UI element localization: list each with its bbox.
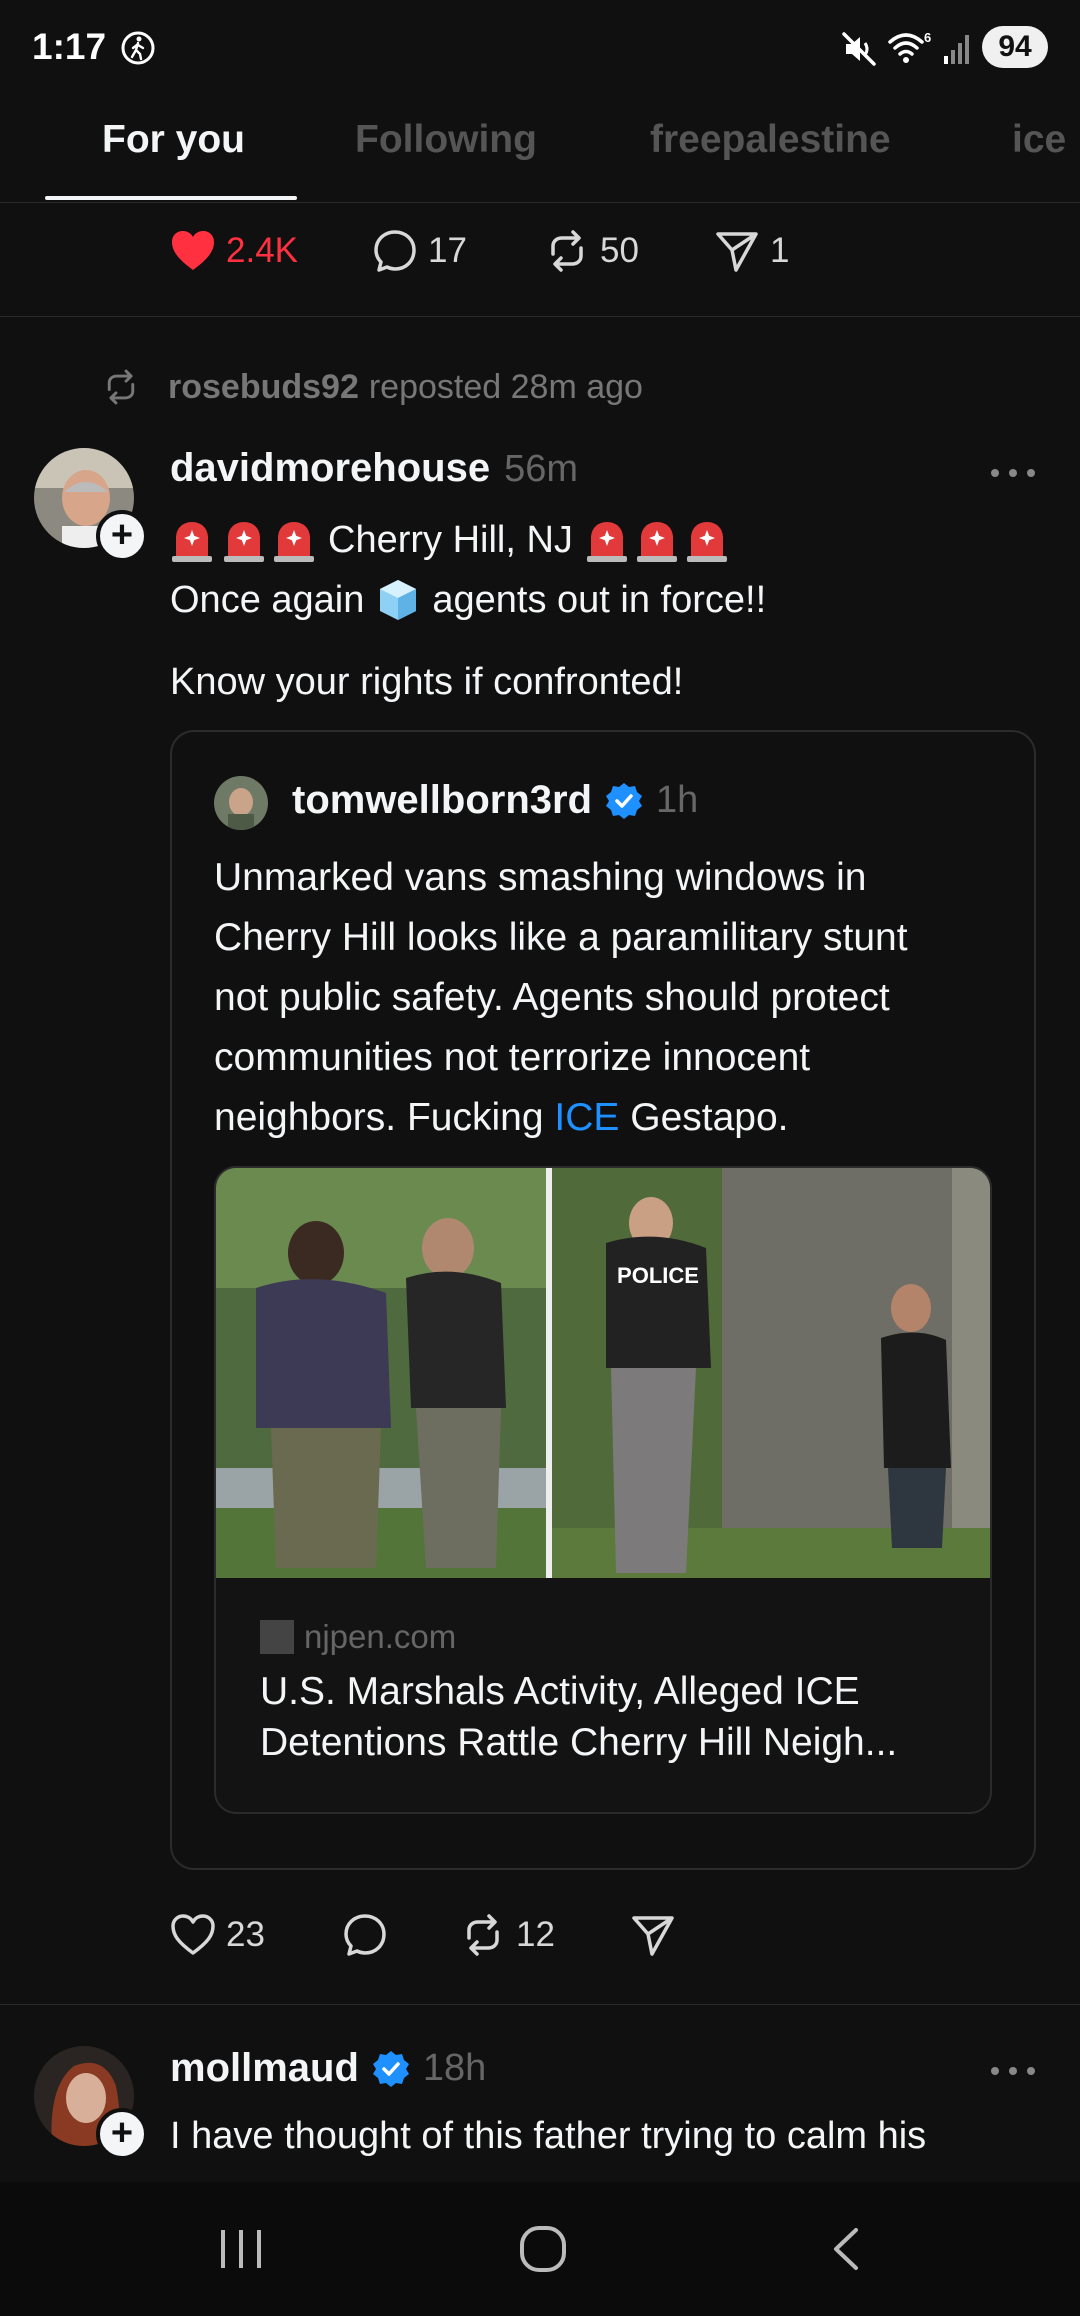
- quoted-text: Unmarked vans smashing windows in Cherry…: [214, 848, 908, 1148]
- link-domain-row: njpen.com: [260, 1618, 456, 1656]
- post-location-text: Cherry Hill, NJ: [328, 519, 573, 561]
- repost-count: 50: [600, 231, 639, 270]
- post-time: 18h: [422, 2047, 487, 2089]
- comment-button[interactable]: 17: [370, 226, 467, 276]
- more-options-icon[interactable]: [988, 466, 1038, 480]
- wifi-icon: 6: [888, 30, 931, 63]
- quoted-text-line: Unmarked vans smashing windows in: [214, 856, 867, 899]
- repost-icon: [551, 230, 583, 272]
- like-button[interactable]: 23: [168, 1910, 265, 1960]
- siren-emoji-icon: [172, 522, 314, 562]
- heart-outline-icon: [171, 1914, 215, 1955]
- follow-button[interactable]: +: [96, 510, 148, 562]
- share-button[interactable]: [628, 1910, 678, 1960]
- quoted-text-line: not public safety. Agents should protect: [214, 976, 890, 1019]
- walking-activity-icon: [121, 31, 155, 65]
- share-count: 1: [770, 231, 790, 270]
- comment-button[interactable]: [340, 1910, 390, 1960]
- repost-time-text: reposted 28m ago: [368, 367, 643, 406]
- link-preview-card[interactable]: POLICE njpen.com U.S. Marshals Activity,…: [214, 1166, 992, 1814]
- quoted-avatar[interactable]: [214, 776, 268, 830]
- feed-tabs: For you Following freepalestine ice: [0, 100, 1080, 203]
- quoted-text-line: neighbors. Fucking ICE Gestapo.: [214, 1088, 908, 1148]
- quoted-time: 1h: [656, 779, 699, 821]
- post-text-line-1: Cherry Hill, NJ: [170, 510, 731, 570]
- reposter-username[interactable]: rosebuds92: [168, 368, 359, 407]
- link-title-line: Detentions Rattle Cherry Hill Neigh...: [260, 1721, 898, 1764]
- repost-attribution: rosebuds92 reposted 28m ago: [100, 366, 643, 408]
- send-icon: [632, 1916, 674, 1956]
- tab-following[interactable]: Following: [355, 118, 537, 162]
- recent-apps-icon[interactable]: [216, 2226, 266, 2272]
- post-header: mollmaud 18h: [170, 2046, 486, 2091]
- ice-cube-emoji-icon: [380, 580, 417, 620]
- comment-icon: [344, 1914, 386, 1956]
- link-preview-image: POLICE: [216, 1168, 990, 1578]
- post-header: davidmorehouse 56m: [170, 446, 578, 491]
- repost-button[interactable]: 50: [542, 226, 639, 276]
- status-bar: 1:17 6 94: [0, 0, 1080, 96]
- ice-tag-link[interactable]: ICE: [554, 1096, 619, 1139]
- verified-badge-icon: [606, 782, 643, 819]
- tab-for-you[interactable]: For you: [102, 118, 245, 162]
- more-options-icon[interactable]: [988, 2064, 1038, 2078]
- post-text-segment: agents out in force!!: [432, 579, 767, 621]
- verified-badge-icon: [372, 2050, 409, 2087]
- like-count: 2.4K: [226, 231, 298, 270]
- site-favicon-icon: [260, 1620, 294, 1654]
- comment-icon: [374, 230, 416, 272]
- tab-freepalestine[interactable]: freepalestine: [650, 118, 891, 162]
- comment-count: 17: [428, 231, 467, 270]
- post-time: 56m: [504, 448, 578, 490]
- post-text-segment: Once again: [170, 579, 365, 621]
- svg-text:6: 6: [924, 30, 931, 45]
- post-text-line-2: Once again agents out in force!!: [170, 570, 766, 630]
- like-count: 23: [226, 1915, 265, 1954]
- quoted-text-line: communities not terrorize innocent: [214, 1036, 811, 1079]
- post-text-line-3: Know your rights if confronted!: [170, 661, 684, 703]
- heart-filled-icon: [172, 231, 214, 270]
- vest-label: POLICE: [617, 1263, 699, 1288]
- battery-level: 94: [982, 26, 1048, 68]
- system-navigation-bar: [0, 2182, 1080, 2316]
- siren-emoji-icon: [586, 522, 727, 562]
- link-domain: njpen.com: [304, 1618, 457, 1655]
- link-title-line: U.S. Marshals Activity, Alleged ICE: [260, 1670, 860, 1713]
- active-tab-indicator: [45, 196, 297, 200]
- repost-icon: [467, 1914, 499, 1956]
- quoted-username[interactable]: tomwellborn3rd: [292, 778, 592, 823]
- quoted-text-segment: Gestapo.: [630, 1096, 789, 1139]
- quoted-text-segment: neighbors. Fucking: [214, 1096, 544, 1139]
- status-time: 1:17: [32, 26, 107, 67]
- quoted-post-header: tomwellborn3rd 1h: [292, 778, 698, 823]
- tab-ice[interactable]: ice: [1012, 118, 1066, 162]
- signal-strength-icon: [944, 35, 969, 64]
- post-username[interactable]: davidmorehouse: [170, 446, 490, 491]
- mute-icon: [842, 32, 876, 66]
- divider: [0, 2004, 1080, 2005]
- repost-icon: [107, 369, 135, 405]
- link-title: U.S. Marshals Activity, Alleged ICE Dete…: [260, 1666, 897, 1768]
- follow-button[interactable]: +: [96, 2108, 148, 2160]
- repost-count: 12: [516, 1915, 555, 1954]
- like-button[interactable]: 2.4K: [168, 226, 298, 276]
- quoted-text-line: Cherry Hill looks like a paramilitary st…: [214, 916, 908, 959]
- post-text: I have thought of this father trying to …: [170, 2115, 927, 2157]
- post-username[interactable]: mollmaud: [170, 2046, 359, 2091]
- quoted-avatar-photo: [214, 776, 268, 830]
- repost-button[interactable]: 12: [458, 1910, 555, 1960]
- share-button[interactable]: 1: [712, 226, 789, 276]
- send-icon: [716, 232, 758, 272]
- back-icon[interactable]: [826, 2226, 866, 2272]
- divider: [0, 316, 1080, 317]
- home-icon[interactable]: [518, 2224, 568, 2274]
